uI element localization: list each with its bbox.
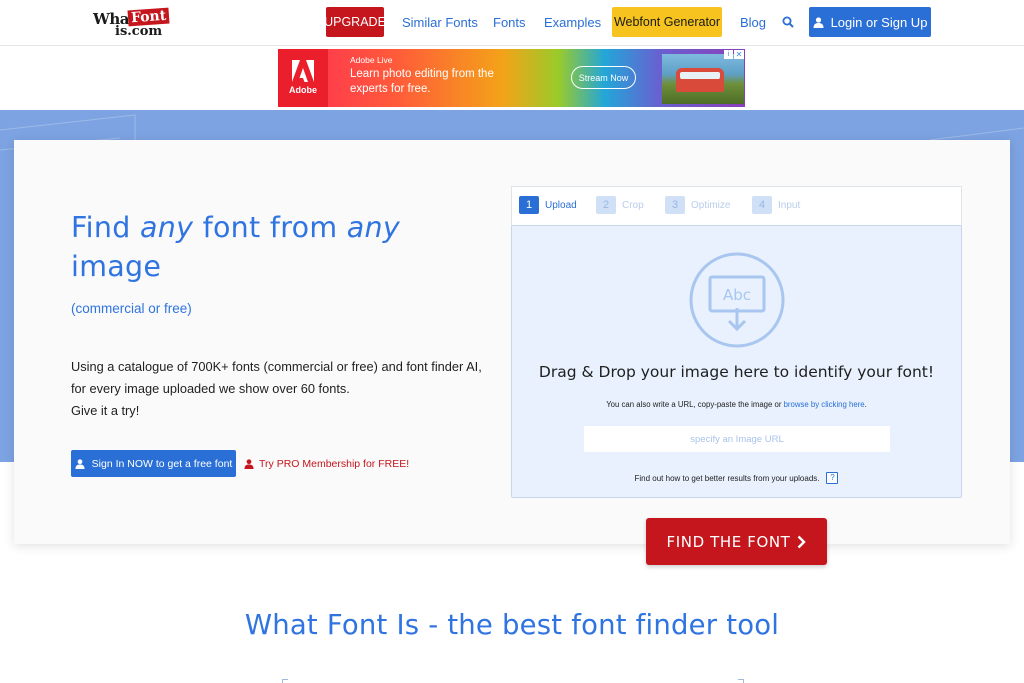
- bottom-ad-corner-left: [282, 679, 288, 683]
- headline-part-2: font from: [193, 211, 347, 244]
- hint-prefix: You can also write a URL, copy-paste the…: [606, 400, 784, 409]
- nav-blog[interactable]: Blog: [740, 7, 766, 37]
- headline-emphasis-1: any: [139, 211, 194, 244]
- nav-examples[interactable]: Examples: [544, 7, 601, 37]
- page: What Font is.com UPGRADE Similar Fonts F…: [0, 0, 1024, 683]
- sign-in-free-font-button[interactable]: Sign In NOW to get a free font: [71, 450, 236, 477]
- adobe-wordmark: Adobe: [289, 85, 317, 95]
- icon-abc-text: Abc: [723, 286, 751, 304]
- nav-fonts[interactable]: Fonts: [493, 7, 526, 37]
- hero-description: Using a catalogue of 700K+ fonts (commer…: [71, 356, 501, 422]
- drop-hint: You can also write a URL, copy-paste the…: [512, 400, 961, 409]
- login-signup-button[interactable]: Login or Sign Up: [809, 7, 931, 37]
- webfont-generator-button[interactable]: Webfont Generator: [612, 7, 722, 37]
- tips-text: Find out how to get better results from …: [634, 473, 820, 483]
- step-upload[interactable]: 1 Upload: [519, 196, 577, 214]
- adobe-ad-banner[interactable]: Adobe Adobe Live Learn photo editing fro…: [278, 49, 745, 107]
- logo-word-iscom: is.com: [115, 24, 163, 39]
- hero-headline: Find any font from any image: [71, 208, 451, 286]
- hero-card: Find any font from any image (commercial…: [14, 140, 1010, 544]
- headline-part-3: image: [71, 250, 162, 283]
- headline-part-1: Find: [71, 211, 140, 244]
- step-number: 1: [519, 196, 539, 214]
- user-icon: [244, 458, 254, 469]
- try-pro-label: Try PRO Membership for FREE!: [259, 457, 410, 470]
- adobe-logo: Adobe: [278, 49, 328, 107]
- image-url-input[interactable]: [584, 426, 890, 452]
- headline-emphasis-2: any: [346, 211, 401, 244]
- upload-tips: Find out how to get better results from …: [512, 472, 961, 484]
- ad-photo-bus: [662, 54, 744, 104]
- step-number: 3: [665, 196, 685, 214]
- ad-stream-now-button[interactable]: Stream Now: [571, 66, 636, 89]
- image-drop-zone[interactable]: Abc Drag & Drop your image here to ident…: [511, 225, 962, 498]
- step-label: Input: [778, 199, 801, 211]
- site-logo[interactable]: What Font is.com: [93, 7, 170, 39]
- image-upload-icon: Abc: [689, 252, 785, 348]
- login-label: Login or Sign Up: [830, 14, 928, 30]
- chevron-right-icon: [797, 535, 807, 549]
- hero-subhead: (commercial or free): [71, 301, 192, 316]
- search-icon[interactable]: [782, 7, 796, 37]
- step-optimize[interactable]: 3 Optimize: [665, 196, 730, 214]
- help-icon[interactable]: ?: [826, 472, 839, 484]
- upload-steps: 1 Upload 2 Crop 3 Optimize 4 Input: [511, 186, 962, 226]
- drop-title: Drag & Drop your image here to identify …: [538, 363, 935, 381]
- user-icon: [813, 16, 824, 28]
- ad-headline: Learn photo editing from the experts for…: [350, 68, 494, 95]
- step-label: Crop: [622, 199, 644, 211]
- ad-small-title: Adobe Live: [350, 55, 393, 65]
- adobe-a-icon: [292, 60, 314, 82]
- section-title: What Font Is - the best font finder tool: [244, 609, 780, 641]
- desc-line-1: Using a catalogue of 700K+ fonts (commer…: [71, 359, 482, 374]
- desc-line-2: for every image uploaded we show over 60…: [71, 381, 350, 396]
- browse-link[interactable]: browse by clicking here: [784, 400, 865, 409]
- step-number: 4: [752, 196, 772, 214]
- step-label: Optimize: [691, 199, 731, 211]
- bottom-ad-corner-right: [738, 679, 744, 683]
- step-label: Upload: [545, 199, 577, 211]
- upgrade-button[interactable]: UPGRADE: [324, 7, 386, 37]
- nav-similar-fonts[interactable]: Similar Fonts: [402, 7, 478, 37]
- find-the-font-button[interactable]: FIND THE FONT: [646, 518, 827, 565]
- hint-suffix: .: [864, 400, 867, 409]
- step-crop[interactable]: 2 Crop: [596, 196, 644, 214]
- sign-in-label: Sign In NOW to get a free font: [91, 457, 233, 470]
- try-pro-link[interactable]: Try PRO Membership for FREE!: [244, 455, 409, 472]
- user-icon: [75, 458, 85, 469]
- top-header: What Font is.com UPGRADE Similar Fonts F…: [0, 0, 1024, 46]
- desc-line-3: Give it a try!: [71, 403, 140, 418]
- step-input[interactable]: 4 Input: [752, 196, 800, 214]
- find-label: FIND THE FONT: [666, 532, 791, 551]
- ad-info-icon[interactable]: i: [724, 50, 733, 59]
- ad-close-icon[interactable]: ✕: [734, 50, 744, 59]
- step-number: 2: [596, 196, 616, 214]
